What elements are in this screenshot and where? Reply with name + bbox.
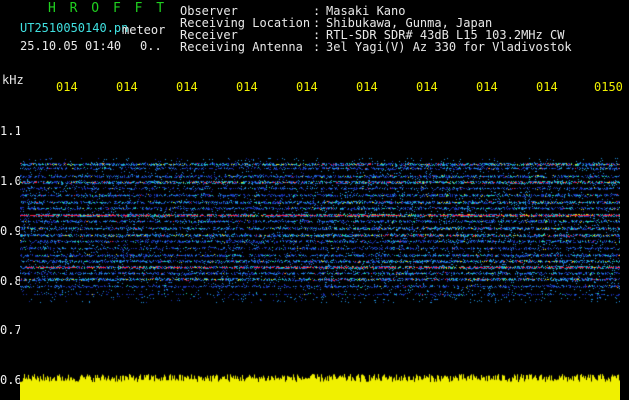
meta-antenna-colon: : [313, 40, 321, 54]
time-tick: 014 [536, 80, 558, 94]
time-axis: 014 014 014 014 014 014 014 014 014 0150 [0, 80, 629, 94]
freq-label: 0.9 [0, 224, 22, 238]
time-tick: 014 [176, 80, 198, 94]
freq-label: 0.6 [0, 373, 22, 387]
header-filename: UT2510050140.pn [20, 21, 129, 35]
meta-antenna-label: Receiving Antenna [180, 40, 303, 54]
header-count: 0.. [140, 39, 162, 53]
header-datetime: 25.10.05 01:40 [20, 39, 122, 53]
time-tick: 014 [116, 80, 138, 94]
time-tick: 014 [296, 80, 318, 94]
freq-label: 0.7 [0, 323, 22, 337]
meta-antenna-value: 3el Yagi(V) Az 330 for Vladivostok [326, 40, 572, 54]
freq-label: 1.1 [0, 124, 22, 138]
time-tick: 0150 [594, 80, 623, 94]
freq-label: 1.0 [0, 174, 22, 188]
header-program: H R O F F T [48, 1, 168, 16]
amplitude-strip [20, 371, 620, 400]
time-tick: 014 [56, 80, 78, 94]
header-meteor-label: meteor [122, 23, 166, 37]
time-tick: 014 [236, 80, 258, 94]
time-tick: 014 [416, 80, 438, 94]
time-tick: 014 [476, 80, 498, 94]
time-tick: 014 [356, 80, 378, 94]
freq-label: 0.8 [0, 274, 22, 288]
waterfall-canvas [20, 98, 620, 370]
waterfall-spectrogram [20, 98, 620, 370]
